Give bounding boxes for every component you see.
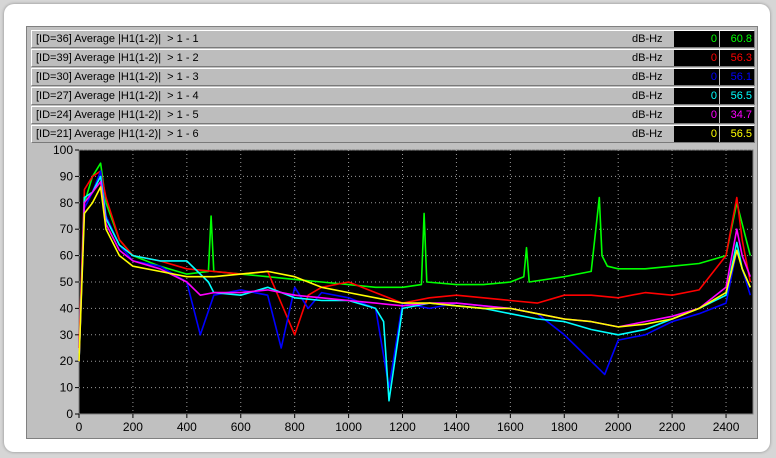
y-tick-label: 10 [60,381,74,395]
legend-value-max: 56.5 [720,88,754,104]
legend-row[interactable]: [ID=27] Average |H1(1-2)| > 1 - 4 dB-Hz 0 5… [31,87,755,105]
legend-unit: dB-Hz [632,109,663,121]
legend-label: [ID=21] Average |H1(1-2)| > 1 - 6 [36,128,199,140]
legend-row[interactable]: [ID=30] Average |H1(1-2)| > 1 - 3 dB-Hz 0 5… [31,68,755,86]
legend-unit: dB-Hz [632,90,663,102]
legend-unit: dB-Hz [632,52,663,64]
legend-value-min: 0 [674,69,719,85]
x-tick-label: 2000 [605,420,632,434]
legend-row[interactable]: [ID=24] Average |H1(1-2)| > 1 - 5 dB-Hz 0 3… [31,106,755,124]
x-tick-label: 600 [231,420,251,434]
legend-row[interactable]: [ID=39] Average |H1(1-2)| > 1 - 2 dB-Hz 0 5… [31,49,755,67]
legend-value-max: 56.1 [720,69,754,85]
x-tick-label: 0 [76,420,83,434]
y-tick-label: 60 [60,249,74,263]
x-tick-label: 800 [285,420,305,434]
x-tick-label: 1000 [335,420,362,434]
x-tick-label: 2400 [713,420,740,434]
y-tick-label: 30 [60,328,74,342]
x-tick-label: 1600 [497,420,524,434]
legend-label: [ID=36] Average |H1(1-2)| > 1 - 1 [36,33,199,45]
legend-row[interactable]: [ID=36] Average |H1(1-2)| > 1 - 1 dB-Hz 0 6… [31,30,755,48]
legend-value-max: 56.5 [720,126,754,142]
legend-value-min: 0 [674,126,719,142]
x-tick-label: 2200 [659,420,686,434]
line-chart[interactable]: 01020304050607080901000 200 400 600 800 1000 1… [27,143,757,438]
legend-label: [ID=27] Average |H1(1-2)| > 1 - 4 [36,90,199,102]
y-tick-label: 70 [60,222,74,236]
legend-unit: dB-Hz [632,71,663,83]
legend-value-max: 60.8 [720,31,754,47]
y-tick-label: 80 [60,196,74,210]
y-tick-label: 40 [60,301,74,315]
legend-label: [ID=24] Average |H1(1-2)| > 1 - 5 [36,109,199,121]
plot-area[interactable]: 0 10 20 30 40 50 60 70 80 90 100 0 200 400 600 800 1000 1… [27,143,757,438]
legend-value-min: 0 [674,88,719,104]
legend-value-max: 34.7 [720,107,754,123]
legend-value-min: 0 [674,50,719,66]
legend-value-min: 0 [674,107,719,123]
legend-value-min: 0 [674,31,719,47]
y-tick-label: 100 [53,144,73,157]
x-tick-label: 400 [177,420,197,434]
y-tick-label: 20 [60,354,74,368]
y-tick-label: 90 [60,169,74,183]
chart-panel: [ID=36] Average |H1(1-2)| > 1 - 1 dB-Hz 0 6… [26,26,758,439]
legend-row[interactable]: [ID=21] Average |H1(1-2)| > 1 - 6 dB-Hz 0 5… [31,125,755,143]
x-tick-label: 1200 [389,420,416,434]
x-tick-label: 1400 [443,420,470,434]
legend-unit: dB-Hz [632,128,663,140]
legend-label: [ID=39] Average |H1(1-2)| > 1 - 2 [36,52,199,64]
x-tick-label: 200 [123,420,143,434]
legend-label: [ID=30] Average |H1(1-2)| > 1 - 3 [36,71,199,83]
legend-value-max: 56.3 [720,50,754,66]
legend-unit: dB-Hz [632,33,663,45]
x-tick-label: 1800 [551,420,578,434]
y-tick-label: 0 [66,407,73,421]
y-tick-label: 50 [60,275,74,289]
chart-card: [ID=36] Average |H1(1-2)| > 1 - 1 dB-Hz 0 6… [4,4,770,452]
